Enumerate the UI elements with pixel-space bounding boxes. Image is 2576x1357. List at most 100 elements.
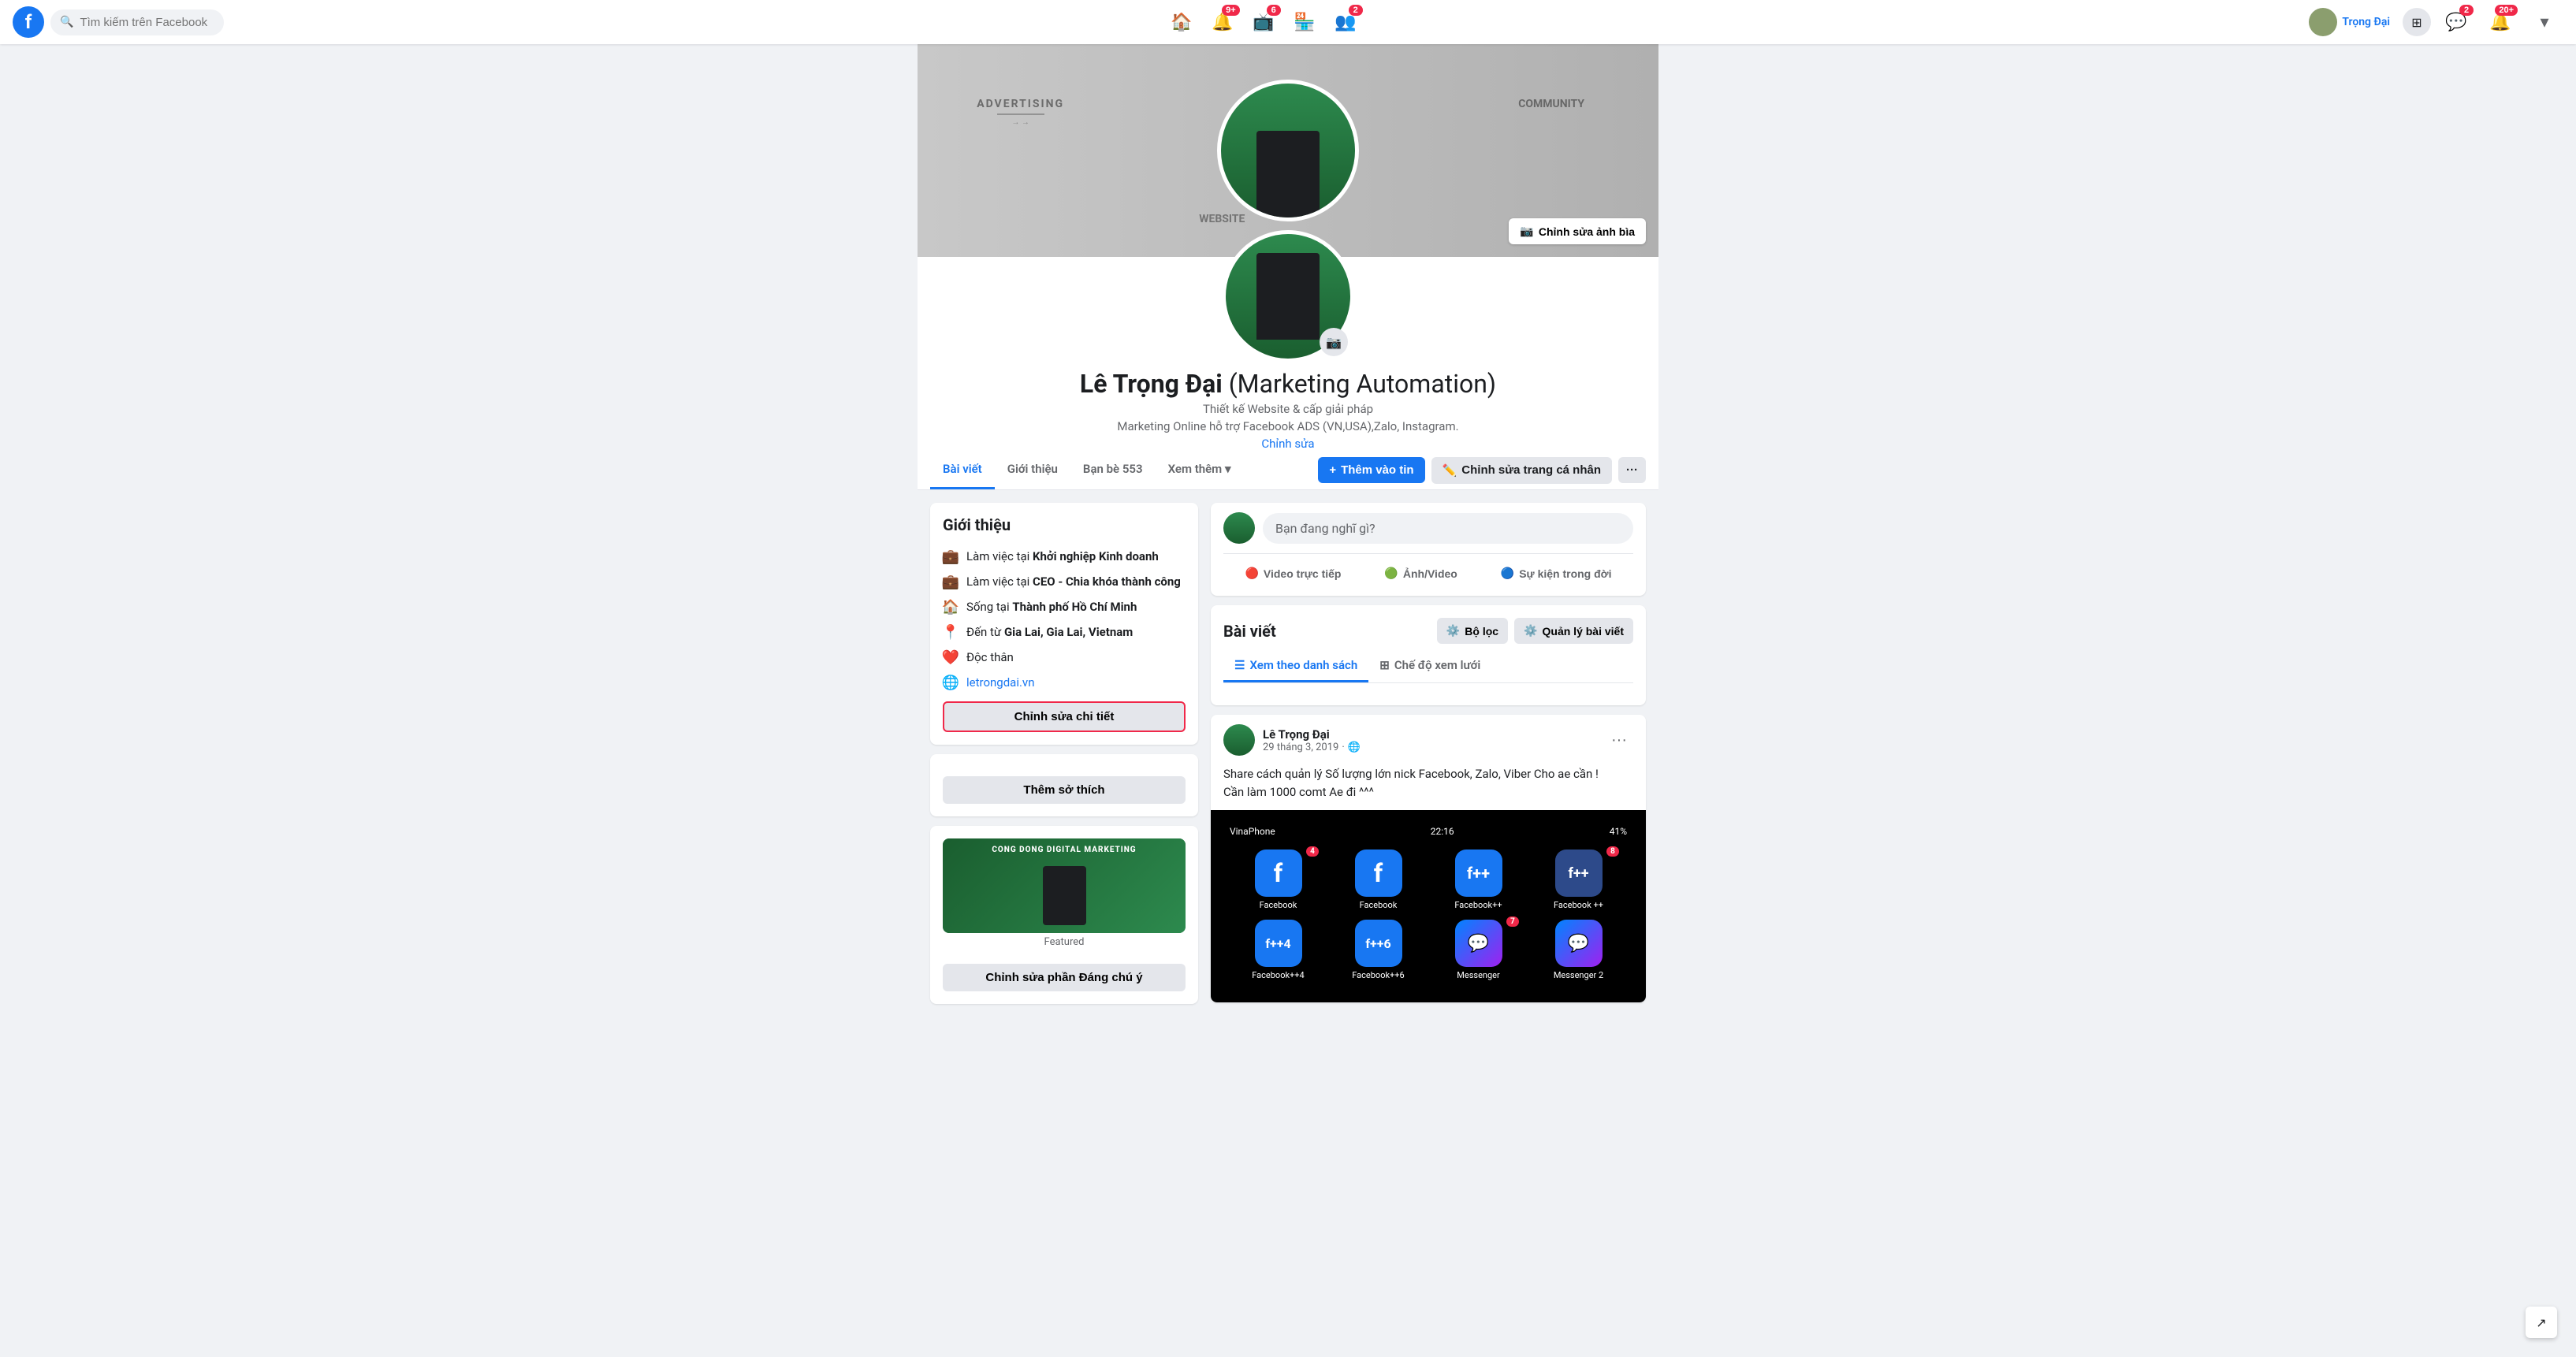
fbpp-label-2: Facebook ++ <box>1554 900 1603 910</box>
search-input[interactable] <box>80 16 214 29</box>
bell-button[interactable]: 🔔 20+ <box>2481 3 2519 41</box>
scroll-to-top-button[interactable]: ↗ <box>2526 1307 2557 1338</box>
post-avatar <box>1223 512 1255 544</box>
nav-right: Trọng Đại ⊞ 💬 2 🔔 20+ ▾ <box>2302 3 2563 41</box>
arrow-icon: ↗ <box>2536 1315 2546 1330</box>
pin-icon: 📍 <box>943 624 959 640</box>
home-nav-button[interactable]: 🏠 <box>1163 3 1201 41</box>
notifications-nav-button[interactable]: 🔔 9+ <box>1204 3 1241 41</box>
tab-ban-be[interactable]: Bạn bè 553 <box>1070 451 1156 489</box>
intro-card-title: Giới thiệu <box>943 515 1186 534</box>
facebook-logo-icon[interactable]: f <box>13 6 44 38</box>
post-more-button[interactable]: ··· <box>1605 728 1633 753</box>
cover-community-text: COMMUNITY <box>1518 98 1584 110</box>
nav-left: f 🔍 <box>13 6 224 38</box>
right-content: Bạn đang nghĩ gì? 🔴 Video trực tiếp 🟢 Ản… <box>1211 503 1646 1004</box>
tab-gioi-thieu[interactable]: Giới thiệu <box>995 451 1070 489</box>
post-text-line1: Share cách quản lý Số lượng lớn nick Fac… <box>1223 765 1633 783</box>
phone-time: 22:16 <box>1431 826 1454 837</box>
app-icon-messenger2: 💬 Messenger 2 <box>1533 920 1624 980</box>
fb-icon-2: f <box>1355 850 1402 897</box>
post-author-info: Lê Trọng Đại 29 tháng 3, 2019 · 🌐 <box>1223 724 1361 756</box>
search-bar[interactable]: 🔍 <box>50 9 224 35</box>
phone-status-bar: VinaPhone 22:16 41% <box>1223 823 1633 840</box>
more-options-button[interactable]: ··· <box>1618 457 1646 483</box>
post-input[interactable]: Bạn đang nghĩ gì? <box>1263 513 1633 544</box>
baivet-title: Bài viết <box>1223 622 1276 641</box>
tab-grid-view[interactable]: ⊞ Chế độ xem lưới <box>1368 650 1491 682</box>
add-hobby-button[interactable]: Thêm sở thích <box>943 776 1186 804</box>
tab-grid-label: Chế độ xem lưới <box>1394 658 1480 672</box>
app-icon-messenger1: 💬 7 Messenger <box>1433 920 1524 980</box>
website-item: 🌐 letrongdai.vn <box>943 670 1186 695</box>
cover-edit-button[interactable]: 📷 Chỉnh sửa ảnh bìa <box>1509 218 1646 244</box>
fbpp-badge-2: 8 <box>1606 846 1619 857</box>
groups-nav-button[interactable]: 👥 2 <box>1327 3 1364 41</box>
app-icon-fb4: f++4 Facebook++4 <box>1233 920 1323 980</box>
life-event-button[interactable]: 🔵 Sự kiện trong đời <box>1488 560 1625 586</box>
origin-bold: Gia Lai, Gia Lai, Vietnam <box>1004 625 1133 639</box>
nav-grid-button[interactable]: ⊞ <box>2403 8 2431 36</box>
tab-list-label: Xem theo danh sách <box>1249 658 1357 672</box>
globe-icon: 🌐 <box>943 675 959 690</box>
home-icon-sidebar: 🏠 <box>943 599 959 615</box>
profile-name-suffix: (Marketing Automation) <box>1229 369 1496 399</box>
featured-title: CONG DONG DIGITAL MARKETING <box>949 845 1179 856</box>
profile-actions: + Thêm vào tin ✏️ Chỉnh sửa trang cá nhâ… <box>1318 457 1646 484</box>
edit-featured-button[interactable]: Chỉnh sửa phần Đáng chú ý <box>943 964 1186 991</box>
avatar-edit-button[interactable]: 📷 <box>1320 328 1348 356</box>
edit-profile-button[interactable]: ✏️ Chỉnh sửa trang cá nhân <box>1431 457 1612 484</box>
ellipsis-icon: ··· <box>1626 463 1638 477</box>
tab-bai-viet[interactable]: Bài viết <box>930 451 995 489</box>
fb4-icon: f++4 <box>1255 920 1302 967</box>
tab-xem-them[interactable]: Xem thêm ▾ <box>1156 451 1244 489</box>
grid-icon: ⊞ <box>2411 15 2422 30</box>
fb6-label: Facebook++6 <box>1352 970 1404 980</box>
fbpp-icon-1: f++ <box>1455 850 1502 897</box>
post-actions-row: 🔴 Video trực tiếp 🟢 Ảnh/Video 🔵 Sự kiện … <box>1223 560 1633 586</box>
work-text-2: Làm việc tại CEO - Chia khóa thành công <box>966 574 1181 589</box>
post-divider <box>1223 553 1633 554</box>
manage-posts-button[interactable]: ⚙️ Quản lý bài viết <box>1514 618 1633 644</box>
fb-badge-1: 4 <box>1306 846 1319 857</box>
cover-advertising-text: ADVERTISING <box>977 98 1064 110</box>
featured-card: CONG DONG DIGITAL MARKETING Featured Chỉ… <box>930 826 1198 1004</box>
cover-edit-label: Chỉnh sửa ảnh bìa <box>1539 225 1635 238</box>
live-video-label: Video trực tiếp <box>1264 567 1342 580</box>
video-badge: 6 <box>1267 5 1281 16</box>
edit-detail-button[interactable]: Chỉnh sửa chi tiết <box>943 701 1186 732</box>
page-wrapper: ADVERTISING → → COMMUNITY WEBSITE 📷 <box>0 44 2576 1017</box>
work-bold-2: CEO - Chia khóa thành công <box>1033 574 1181 589</box>
post-privacy-icon: 🌐 <box>1348 742 1361 753</box>
fb4-label: Facebook++4 <box>1252 970 1304 980</box>
app-icon-fb1: f 4 Facebook <box>1233 850 1323 910</box>
add-to-story-button[interactable]: + Thêm vào tin <box>1318 457 1424 483</box>
live-video-button[interactable]: 🔴 Video trực tiếp <box>1232 560 1353 586</box>
video-nav-button[interactable]: 📺 6 <box>1245 3 1282 41</box>
phone-icons-grid: f 4 Facebook f Facebook f++ Facebook++ <box>1223 840 1633 990</box>
messenger-button[interactable]: 💬 2 <box>2437 3 2475 41</box>
featured-thumbnail: CONG DONG DIGITAL MARKETING <box>943 838 1186 933</box>
photo-video-button[interactable]: 🟢 Ảnh/Video <box>1372 560 1469 586</box>
fb6-icon: f++6 <box>1355 920 1402 967</box>
live-video-icon: 🔴 <box>1245 567 1258 580</box>
profile-edit-link[interactable]: Chỉnh sửa <box>1080 437 1496 451</box>
location-text: Sống tại Thành phố Hồ Chí Minh <box>966 600 1137 614</box>
tab-list-view[interactable]: ☰ Xem theo danh sách <box>1223 650 1368 682</box>
profile-tabs-actions: Bài viết Giới thiệu Bạn bè 553 Xem thêm … <box>918 451 1658 489</box>
post-author-avatar <box>1223 724 1255 756</box>
status-text: Độc thân <box>966 650 1014 664</box>
briefcase-icon-2: 💼 <box>943 574 959 589</box>
baivet-header: Bài viết ⚙️ Bộ lọc ⚙️ Quản lý bài viết <box>1223 618 1633 644</box>
user-profile-button[interactable]: Trọng Đại <box>2302 5 2396 39</box>
pencil-icon: ✏️ <box>1442 463 1457 478</box>
notifications-badge: 9+ <box>1222 5 1240 16</box>
chevron-down-button[interactable]: ▾ <box>2526 3 2563 41</box>
fbpp-icon-2: f++ <box>1555 850 1603 897</box>
filter-button[interactable]: ⚙️ Bộ lọc <box>1437 618 1508 644</box>
website-link[interactable]: letrongdai.vn <box>966 675 1034 690</box>
marketplace-icon: 🏪 <box>1294 12 1315 32</box>
main-content: Giới thiệu 💼 Làm việc tại Khởi nghiệp Ki… <box>918 490 1658 1017</box>
marketplace-nav-button[interactable]: 🏪 <box>1286 3 1323 41</box>
groups-badge: 2 <box>1349 5 1363 16</box>
